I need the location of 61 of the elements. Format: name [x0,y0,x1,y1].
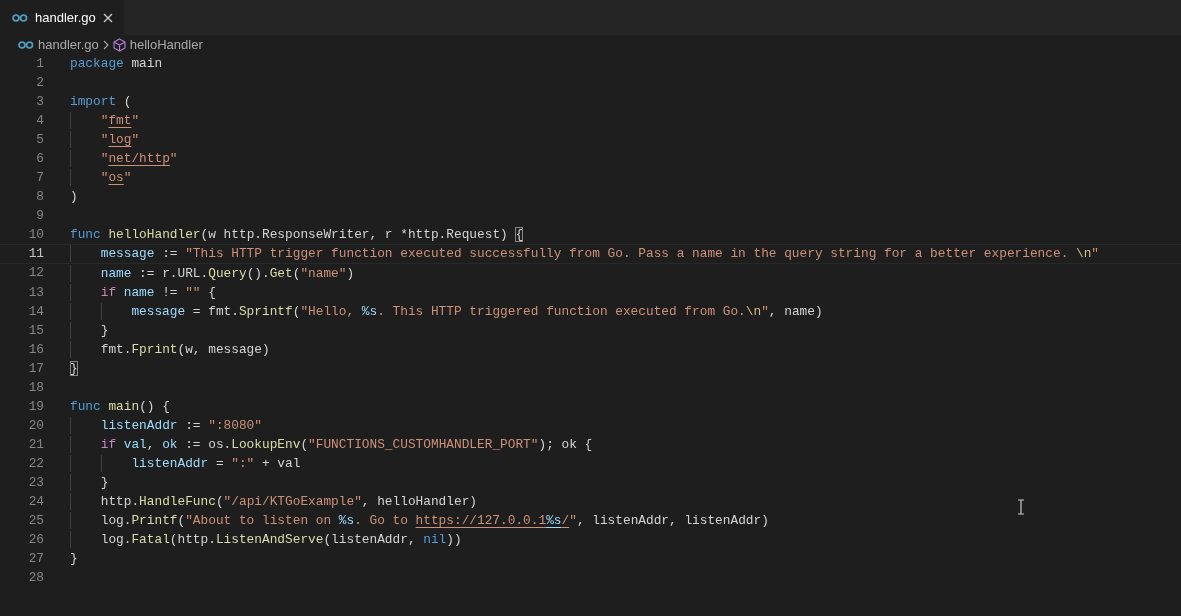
line-number: 23 [27,473,44,492]
code-line: message := "This HTTP trigger function executed successfully from Go. Pass a name in the query string for a better experience. \n" [70,245,1100,263]
code-line: http.HandleFunc("/api/KTGoExample", helloHandler) [70,493,478,511]
code-line: if name != "" { [70,283,216,301]
line-number: 14 [27,302,44,321]
code-line: name := r.URL.Query().Get("name") [70,264,355,282]
line-number: 26 [27,531,44,550]
line-number: 15 [27,321,44,340]
line-number: 5 [35,131,44,150]
line-number: 20 [27,416,44,435]
line-number: 8 [35,188,44,207]
code-line: message = fmt.Sprintf("Hello, %s. This HTTP triggered function executed from Go.\n", name) [70,302,823,320]
file-type-icon [18,40,34,49]
line-number: 16 [27,340,44,359]
text-cursor-icon [1017,499,1025,515]
line-number: 24 [27,493,44,511]
line-number: 6 [35,150,44,169]
line-number: 2 [35,74,44,92]
line-number: 13 [27,283,44,302]
code-line: } [70,550,78,568]
chevron-right-icon [102,39,109,50]
line-number: 10 [27,226,44,245]
cube-icon [112,37,126,52]
line-number: 18 [27,378,44,397]
line-number: 11 [27,245,44,264]
code-line: listenAddr = ":" + val [70,455,301,472]
code-line: package main [70,55,163,72]
line-number: 3 [35,93,44,112]
line-number: 4 [35,112,44,131]
line-number: 17 [27,359,44,378]
code-line: import ( [70,93,132,111]
line-number: 22 [27,454,44,473]
code-line: func helloHandler(w http.ResponseWriter, r *http.Request) { [70,226,524,244]
code-line: "os" [70,169,132,187]
breadcrumb-item[interactable]: helloHandler [129,34,203,55]
line-number: 19 [27,397,44,416]
code-line: ) [70,188,78,206]
code-line: "fmt" [70,112,140,130]
line-number: 9 [35,207,44,226]
code-line: listenAddr := ":8080" [70,416,262,434]
breadcrumb-item[interactable]: handler.go [38,34,99,55]
code-line: fmt.Fprint(w, message) [70,340,270,358]
line-number: 21 [27,435,44,454]
code-line: if val, ok := os.LookupEnv("FUNCTIONS_CUSTOMHANDLER_PORT"); ok { [70,435,593,453]
line-number: 1 [35,54,44,73]
code-line: } [70,359,78,377]
file-type-icon [12,13,28,22]
code-line: log.Fatal(http.ListenAndServe(listenAddr, nil)) [70,531,462,549]
line-number: 27 [27,550,44,569]
code-line: func main() { [70,397,170,415]
editor-tab[interactable]: handler.go [0,0,124,35]
line-number: 7 [35,169,44,188]
code-line: log.Printf("About to listen on %s. Go to https://127.0.0.1%s/", listenAddr, listenAddr) [70,512,769,530]
code-line: } [70,474,109,492]
line-number: 12 [27,264,44,283]
close-icon[interactable] [102,12,113,23]
code-line: "net/http" [70,150,178,168]
code-line: "log" [70,131,140,149]
line-number: 28 [27,569,44,588]
line-number: 25 [27,512,44,531]
code-line: } [70,321,109,339]
